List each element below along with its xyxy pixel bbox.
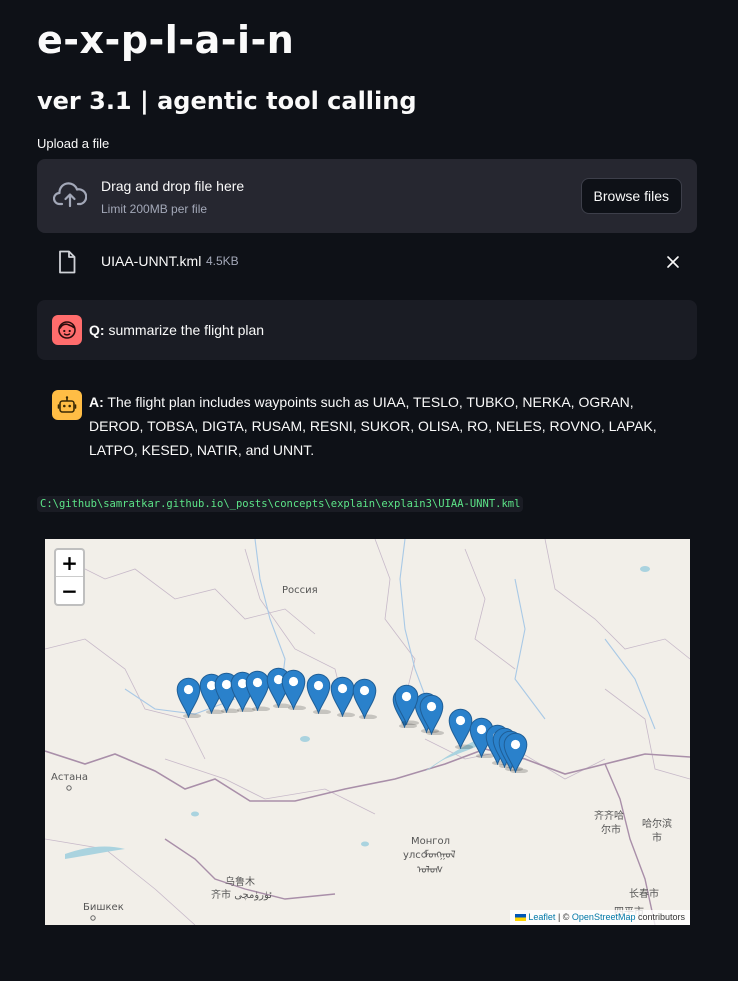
file-path-code: C:\github\samratkar.github.io\_posts\con…	[37, 496, 524, 512]
robot-icon	[57, 396, 77, 413]
label-astana: Астана	[51, 772, 88, 783]
file-icon	[59, 250, 76, 274]
waypoint-marker-icon[interactable]	[419, 694, 444, 736]
waypoint-marker-icon[interactable]	[352, 678, 377, 720]
app-subtitle: ver 3.1 | agentic tool calling	[37, 87, 417, 115]
label-mongolia-2: улс ᠮᠣᠩᠭᠣᠯ	[403, 850, 456, 861]
app-title: e-x-p-l-a-i-n	[37, 18, 295, 62]
label-urumqi-1: 乌鲁木	[225, 877, 255, 888]
assistant-avatar	[52, 390, 82, 420]
zoom-control: + −	[54, 548, 85, 606]
label-mongolia-3: ᠤᠯᠤᠰ	[417, 865, 444, 876]
browse-files-button[interactable]: Browse files	[580, 178, 682, 214]
user-message: Q: summarize the flight plan	[37, 300, 697, 360]
uploaded-file-size: 4.5KB	[206, 254, 239, 268]
label-urumqi-2: 齐市 ئۈرۈمچی	[211, 890, 272, 901]
dropzone-instructions: Drag and drop file here	[101, 178, 245, 194]
answer-prefix: A:	[89, 394, 104, 410]
question-body: summarize the flight plan	[108, 322, 265, 338]
label-bishkek: Бишкек	[83, 902, 124, 913]
waypoint-marker-icon[interactable]	[306, 673, 331, 715]
label-mongolia-1: Монгол	[411, 836, 451, 847]
waypoint-marker-icon[interactable]	[394, 684, 419, 726]
map-basemap	[45, 539, 690, 925]
zoom-out-button[interactable]: −	[56, 577, 83, 604]
waypoint-marker-icon[interactable]	[281, 669, 306, 711]
attribution-separator: | ©	[555, 912, 572, 922]
smiley-face-icon	[58, 321, 76, 339]
openstreetmap-link[interactable]: OpenStreetMap	[572, 912, 636, 922]
map-attribution: Leaflet | © OpenStreetMap contributors	[510, 910, 690, 925]
label-russia: Россия	[282, 585, 318, 596]
flight-plan-map[interactable]: Россия Астана Монгол улс ᠮᠣᠩᠭᠣᠯ ᠤᠯᠤᠰ 乌鲁木…	[45, 539, 690, 925]
dropzone-limit: Limit 200MB per file	[101, 202, 208, 216]
assistant-message: A: The flight plan includes waypoints su…	[89, 390, 689, 462]
question-text: Q: summarize the flight plan	[89, 318, 264, 342]
label-qiqihar-2: 尔市	[601, 825, 621, 836]
uploaded-file-row: UIAA-UNNT.kml 4.5KB	[37, 247, 697, 277]
zoom-in-button[interactable]: +	[56, 550, 83, 577]
user-avatar	[52, 315, 82, 345]
answer-body: The flight plan includes waypoints such …	[89, 394, 657, 458]
file-dropzone[interactable]: Drag and drop file here Limit 200MB per …	[37, 159, 697, 233]
cloud-upload-icon	[53, 182, 87, 208]
ukraine-flag-icon	[515, 914, 527, 921]
label-changchun: 长春市	[629, 889, 659, 900]
waypoint-marker-icon[interactable]	[176, 677, 201, 719]
leaflet-link[interactable]: Leaflet	[528, 912, 555, 922]
question-prefix: Q:	[89, 322, 105, 338]
remove-file-icon[interactable]	[665, 254, 681, 270]
label-qiqihar-1: 齐齐哈	[594, 811, 624, 822]
label-harbin-2: 市	[652, 833, 662, 844]
upload-label: Upload a file	[37, 136, 110, 151]
attribution-suffix: contributors	[635, 912, 685, 922]
uploaded-file-name: UIAA-UNNT.kml	[101, 253, 202, 269]
waypoint-marker-icon[interactable]	[503, 732, 528, 774]
label-harbin-1: 哈尔滨	[642, 819, 672, 830]
